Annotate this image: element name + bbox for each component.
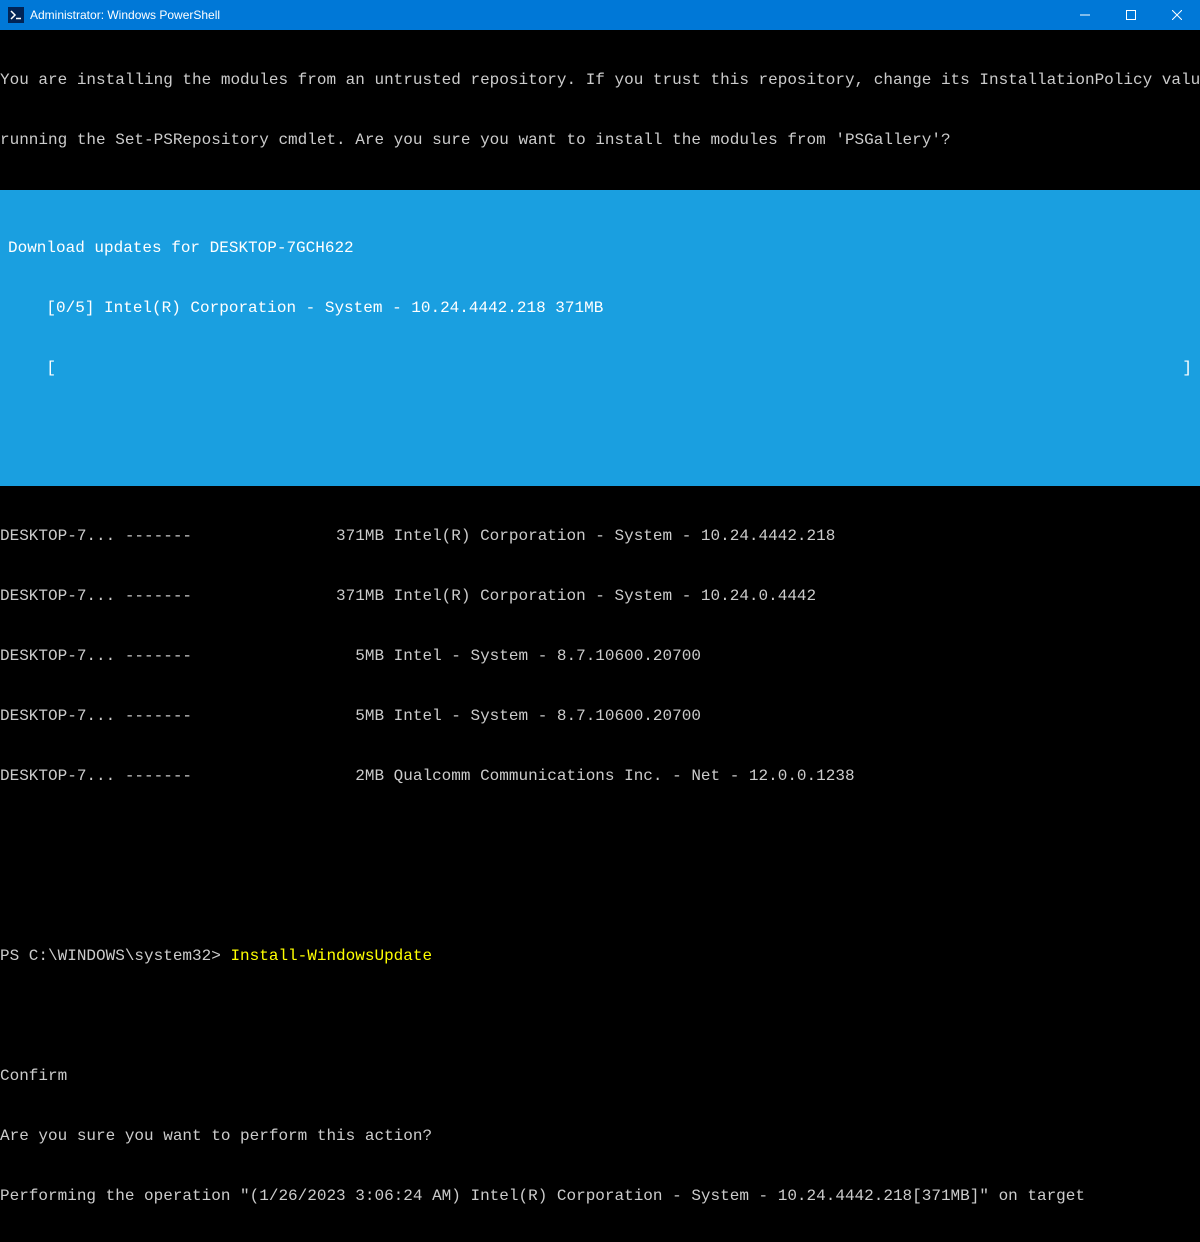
command-text: Install-WindowsUpdate xyxy=(230,946,432,966)
table-row: DESKTOP-7... ------- 371MB Intel(R) Corp… xyxy=(0,526,1200,546)
progress-blank xyxy=(0,418,1200,438)
confirm-header: Confirm xyxy=(0,1066,1200,1086)
window-title: Administrator: Windows PowerShell xyxy=(30,5,220,25)
table-row: DESKTOP-7... ------- 5MB Intel - System … xyxy=(0,646,1200,666)
terminal-output[interactable]: You are installing the modules from an u… xyxy=(0,30,1200,1242)
progress-bracket-right: ] xyxy=(1182,358,1192,378)
warning-line: You are installing the modules from an u… xyxy=(0,70,1200,90)
progress-bar: [ ] xyxy=(0,358,1200,378)
blank-line xyxy=(0,886,1200,906)
progress-title: Download updates for DESKTOP-7GCH622 xyxy=(0,238,1200,258)
prompt-line: PS C:\WINDOWS\system32> Install-WindowsU… xyxy=(0,946,1200,966)
powershell-icon xyxy=(8,7,24,23)
progress-bar-fill xyxy=(56,358,1182,378)
window-titlebar: Administrator: Windows PowerShell xyxy=(0,0,1200,30)
warning-line: running the Set-PSRepository cmdlet. Are… xyxy=(0,130,1200,150)
blank-line xyxy=(0,1006,1200,1026)
confirm-question: Are you sure you want to perform this ac… xyxy=(0,1126,1200,1146)
confirm-detail: Performing the operation "(1/26/2023 3:0… xyxy=(0,1186,1200,1206)
table-row: DESKTOP-7... ------- 2MB Qualcomm Commun… xyxy=(0,766,1200,786)
blank-line xyxy=(0,826,1200,846)
table-row: DESKTOP-7... ------- 5MB Intel - System … xyxy=(0,706,1200,726)
table-row: DESKTOP-7... ------- 371MB Intel(R) Corp… xyxy=(0,586,1200,606)
progress-bracket-left: [ xyxy=(8,358,56,378)
maximize-button[interactable] xyxy=(1108,0,1154,30)
progress-item: [0/5] Intel(R) Corporation - System - 10… xyxy=(0,298,1200,318)
minimize-button[interactable] xyxy=(1062,0,1108,30)
close-button[interactable] xyxy=(1154,0,1200,30)
prompt-prefix: PS C:\WINDOWS\system32> xyxy=(0,946,230,966)
progress-panel: Download updates for DESKTOP-7GCH622 [0/… xyxy=(0,190,1200,486)
